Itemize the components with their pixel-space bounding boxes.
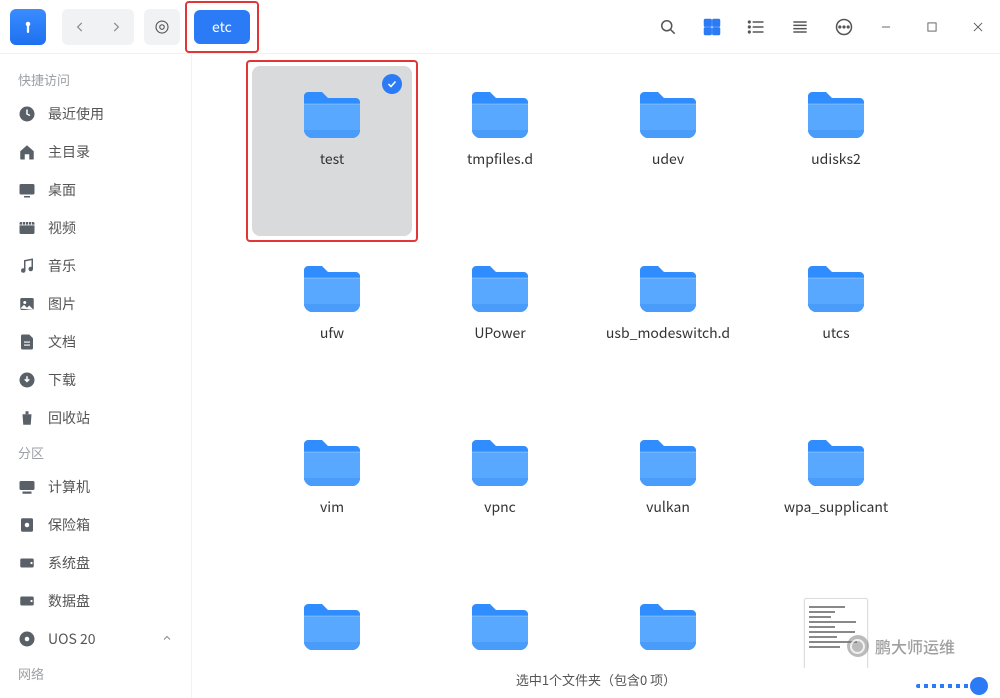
home-icon: [18, 143, 36, 161]
sidebar-item-label: 下载: [48, 370, 76, 390]
file-name: vulkan: [646, 498, 690, 516]
sidebar-item[interactable]: 文档: [0, 323, 191, 361]
close-button[interactable]: [966, 15, 990, 39]
sidebar-section-header: 网络: [0, 658, 191, 689]
sidebar-item[interactable]: 最近使用: [0, 95, 191, 133]
nav-buttons: [62, 9, 134, 45]
minimize-button[interactable]: [874, 15, 898, 39]
computer-icon: [18, 478, 36, 496]
doc-icon: [18, 333, 36, 351]
sidebar-item-label: UOS 20: [48, 629, 96, 649]
file-name: utcs: [822, 324, 849, 342]
menu-button[interactable]: [834, 17, 854, 37]
selected-badge: [382, 74, 402, 94]
sidebar-section-header: 快捷访问: [0, 64, 191, 95]
sidebar-item-label: 视频: [48, 218, 76, 238]
folder-item[interactable]: wpa_supplicant: [756, 414, 916, 584]
trash-icon: [18, 409, 36, 427]
icon-view-button[interactable]: [702, 17, 722, 37]
folder-item[interactable]: udisks2: [756, 66, 916, 236]
file-name: UPower: [474, 324, 525, 342]
file-name: ufw: [320, 324, 344, 342]
sidebar-item[interactable]: 主目录: [0, 133, 191, 171]
file-item[interactable]: [756, 588, 916, 668]
main-pane: test tmpfiles.d udev udisks2 ufw UPower usb_mo…: [192, 54, 1000, 698]
sidebar-item[interactable]: 回收站: [0, 399, 191, 437]
sidebar-item[interactable]: 桌面: [0, 171, 191, 209]
sidebar-item-label: 系统盘: [48, 553, 90, 573]
list-view-button[interactable]: [746, 17, 766, 37]
folder-item[interactable]: vulkan: [588, 414, 748, 584]
file-name: vim: [320, 498, 344, 516]
file-name: udisks2: [811, 150, 861, 168]
folder-item[interactable]: vim: [252, 414, 412, 584]
address-toggle-button[interactable]: [144, 9, 180, 45]
file-manager-window: etc 快捷访问最近使用主目录桌面视频音乐图片文档下载回收站分区计算机保险箱系统…: [0, 0, 1000, 698]
sidebar-item-label: 图片: [48, 294, 76, 314]
status-text: 选中1个文件夹（包含0 项）: [516, 670, 676, 689]
sidebar: 快捷访问最近使用主目录桌面视频音乐图片文档下载回收站分区计算机保险箱系统盘数据盘…: [0, 54, 192, 698]
file-name: tmpfiles.d: [467, 150, 533, 168]
clock-icon: [18, 105, 36, 123]
titlebar: etc: [0, 0, 1000, 54]
sidebar-item-label: 计算机: [48, 477, 90, 497]
optical-icon: [18, 630, 36, 648]
sidebar-item[interactable]: 数据盘: [0, 582, 191, 620]
folder-item[interactable]: vpnc: [420, 414, 580, 584]
sidebar-item-label: 主目录: [48, 142, 90, 162]
sidebar-item[interactable]: 视频: [0, 209, 191, 247]
folder-item[interactable]: ufw: [252, 240, 412, 410]
file-name: usb_modeswitch.d: [606, 324, 730, 342]
text-file-icon: [804, 598, 868, 668]
download-icon: [18, 371, 36, 389]
folder-item[interactable]: udev: [588, 66, 748, 236]
sidebar-item[interactable]: 图片: [0, 285, 191, 323]
music-icon: [18, 257, 36, 275]
app-logo: [10, 9, 46, 45]
file-name: vpnc: [484, 498, 516, 516]
sidebar-item-label: 桌面: [48, 180, 76, 200]
maximize-button[interactable]: [920, 15, 944, 39]
folder-item[interactable]: usb_modeswitch.d: [588, 240, 748, 410]
disk-icon: [18, 554, 36, 572]
sidebar-item[interactable]: 下载: [0, 361, 191, 399]
folder-item[interactable]: [252, 588, 412, 668]
sidebar-item[interactable]: UOS 20: [0, 620, 191, 658]
disk-icon: [18, 592, 36, 610]
sidebar-item[interactable]: 音乐: [0, 247, 191, 285]
folder-item[interactable]: utcs: [756, 240, 916, 410]
sidebar-item[interactable]: 保险箱: [0, 506, 191, 544]
folder-item[interactable]: UPower: [420, 240, 580, 410]
chevron-up-icon: [161, 629, 173, 649]
detail-view-button[interactable]: [790, 17, 810, 37]
sidebar-item[interactable]: 计算机: [0, 468, 191, 506]
folder-item[interactable]: [420, 588, 580, 668]
video-icon: [18, 219, 36, 237]
sidebar-item-label: 数据盘: [48, 591, 90, 611]
status-bar: 选中1个文件夹（包含0 项）: [192, 668, 1000, 698]
folder-item[interactable]: [588, 588, 748, 668]
file-grid[interactable]: test tmpfiles.d udev udisks2 ufw UPower usb_mo…: [192, 54, 1000, 668]
sidebar-item[interactable]: 系统盘: [0, 544, 191, 582]
file-name: udev: [652, 150, 684, 168]
folder-item[interactable]: test: [252, 66, 412, 236]
sidebar-section-header: 分区: [0, 437, 191, 468]
vault-icon: [18, 516, 36, 534]
desktop-icon: [18, 181, 36, 199]
sidebar-item-label: 音乐: [48, 256, 76, 276]
file-name: test: [320, 150, 344, 168]
sidebar-item-label: 文档: [48, 332, 76, 352]
zoom-slider[interactable]: [916, 684, 986, 688]
file-name: wpa_supplicant: [784, 498, 888, 516]
breadcrumb-segment-etc[interactable]: etc: [194, 10, 250, 44]
forward-button[interactable]: [98, 9, 134, 45]
sidebar-item-label: 回收站: [48, 408, 90, 428]
search-icon[interactable]: [658, 17, 678, 37]
image-icon: [18, 295, 36, 313]
sidebar-item-label: 最近使用: [48, 104, 104, 124]
sidebar-item-label: 保险箱: [48, 515, 90, 535]
folder-item[interactable]: tmpfiles.d: [420, 66, 580, 236]
back-button[interactable]: [62, 9, 98, 45]
